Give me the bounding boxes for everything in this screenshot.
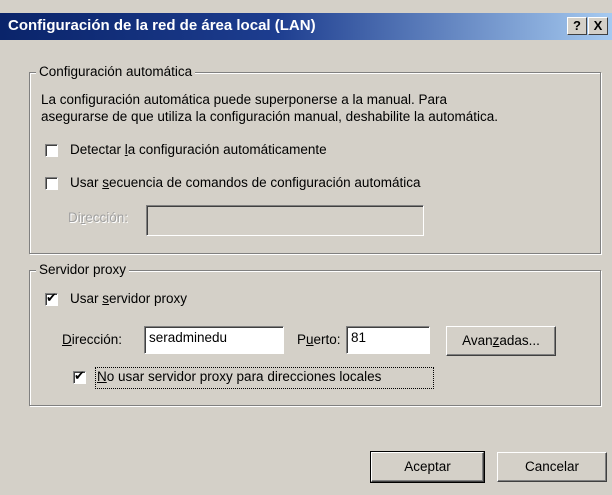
auto-config-script-label[interactable]: Usar secuencia de comandos de configurac… [70,175,420,190]
title-bar[interactable]: Configuración de la red de área local (L… [0,13,612,40]
proxy-address-label: Dirección: [62,332,123,347]
close-button[interactable]: X [588,17,608,35]
proxy-server-legend: Servidor proxy [36,262,130,277]
auto-config-legend: Configuración automática [36,64,196,79]
lan-settings-dialog: Configuración de la red de área local (L… [0,0,612,495]
auto-config-description-line2: asegurarse de que utiliza la configuraci… [41,109,499,124]
proxy-address-input[interactable]: seradminedu [144,326,284,354]
script-address-input[interactable] [146,205,424,236]
cancel-button[interactable]: Cancelar [497,452,607,482]
bypass-local-checkbox[interactable] [73,368,86,384]
auto-config-description-line1: La configuración automática puede superp… [41,92,448,107]
proxy-port-input[interactable]: 81 [346,326,430,354]
detect-settings-label[interactable]: Detectar la configuración automáticament… [70,142,327,157]
ok-button[interactable]: Aceptar [370,451,485,483]
window-title: Configuración de la red de área local (L… [8,17,316,34]
use-proxy-label[interactable]: Usar servidor proxy [70,291,187,306]
auto-config-script-checkbox[interactable] [45,177,58,190]
script-address-label: Dirección: [68,210,129,225]
detect-settings-checkbox[interactable] [45,144,58,157]
use-proxy-checkbox[interactable] [45,290,58,306]
bypass-local-label[interactable]: No usar servidor proxy para direcciones … [97,369,381,384]
advanced-button[interactable]: Avanzadas... [446,326,556,356]
help-button[interactable]: ? [567,17,587,35]
proxy-port-label: Puerto: [297,332,341,347]
